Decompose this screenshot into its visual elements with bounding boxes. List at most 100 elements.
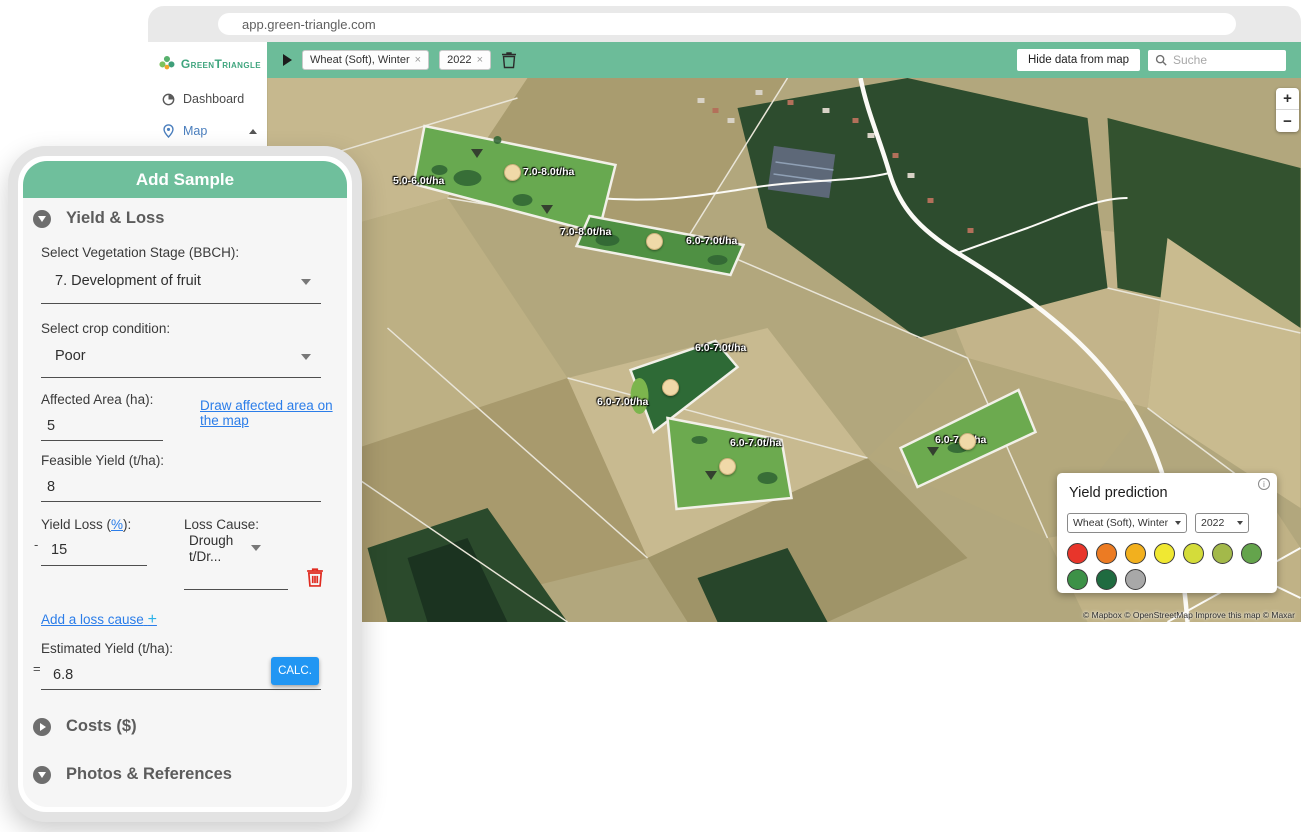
panel-title: Add Sample [23, 161, 347, 198]
sidebar-item-label: Map [183, 124, 207, 138]
sample-marker-triangle[interactable] [705, 471, 717, 480]
loss-input[interactable]: 15 [51, 542, 67, 558]
field-yield-label: 6.0-7.0t/ha [686, 235, 737, 247]
map-zoom-control: + − [1276, 88, 1299, 132]
legend-color-circle[interactable] [1125, 543, 1146, 564]
section-title: Yield & Loss [66, 209, 164, 228]
close-icon[interactable]: × [477, 54, 483, 66]
field-yield-label: 7.0-8.0t/ha [560, 226, 611, 238]
sidebar-item-map[interactable]: Map [148, 115, 267, 147]
add-loss-cause-link[interactable]: Add a loss cause + [41, 611, 157, 629]
yield-prediction-title: Yield prediction [1069, 485, 1168, 501]
area-label: Affected Area (ha): [41, 392, 153, 407]
sidebar-item-label: Dashboard [183, 92, 244, 106]
sample-marker-circle[interactable] [662, 379, 679, 396]
sample-marker-circle[interactable] [719, 458, 736, 475]
sample-marker-circle[interactable] [504, 164, 521, 181]
browser-chrome: app.green-triangle.com [148, 6, 1301, 42]
crop-select[interactable]: Wheat (Soft), Winter [1067, 513, 1187, 533]
filter-chip-crop[interactable]: Wheat (Soft), Winter × [302, 50, 429, 70]
condition-select-value[interactable]: Poor [55, 348, 86, 364]
section-photos[interactable]: Photos & References [33, 765, 232, 784]
calc-button[interactable]: CALC. [271, 657, 319, 685]
search-box[interactable] [1148, 50, 1286, 71]
cause-label: Loss Cause: [184, 517, 259, 532]
sample-marker-circle[interactable] [646, 233, 663, 250]
collapse-icon[interactable] [33, 766, 51, 784]
legend-color-circle[interactable] [1212, 543, 1233, 564]
equals-operator: = [33, 661, 41, 676]
draw-area-link[interactable]: Draw affected area on the map [200, 398, 342, 428]
zoom-out-button[interactable]: − [1276, 110, 1299, 132]
plus-icon: + [148, 611, 157, 628]
chip-label: Wheat (Soft), Winter [310, 54, 410, 66]
field-yield-label: 6.0-7.0t/ha [730, 437, 781, 449]
brand-tree-icon [158, 54, 176, 73]
collapse-icon[interactable] [33, 210, 51, 228]
close-icon[interactable]: × [415, 54, 421, 66]
legend-color-circle[interactable] [1096, 543, 1117, 564]
legend-color-circle[interactable] [1067, 569, 1088, 590]
chevron-down-icon[interactable] [301, 279, 311, 285]
chevron-down-icon[interactable] [251, 545, 261, 551]
legend-color-circle[interactable] [1241, 543, 1262, 564]
yield-prediction-panel: Yield prediction i Wheat (Soft), Winter … [1057, 473, 1277, 593]
zoom-in-button[interactable]: + [1276, 88, 1299, 110]
filter-chip-year[interactable]: 2022 × [439, 50, 491, 70]
chevron-up-icon[interactable] [249, 129, 257, 134]
feasible-input[interactable]: 8 [47, 479, 55, 495]
section-title: Photos & References [66, 765, 232, 784]
estimated-input[interactable]: 6.8 [53, 667, 73, 683]
delete-cause-trash-icon[interactable] [306, 567, 324, 588]
sample-marker-triangle[interactable] [471, 149, 483, 158]
cause-select-value[interactable]: Drought/Dr... [189, 533, 235, 565]
hide-data-button[interactable]: Hide data from map [1017, 49, 1140, 71]
map-attribution[interactable]: © Mapbox © OpenStreetMap Improve this ma… [1083, 610, 1295, 620]
map-pin-icon [162, 124, 175, 138]
brand[interactable]: GreenTriangle [148, 42, 267, 83]
percent-link[interactable]: % [111, 517, 123, 532]
condition-label: Select crop condition: [41, 321, 170, 336]
crop-select-value: Wheat (Soft), Winter [1073, 517, 1168, 529]
chevron-down-icon [1237, 521, 1243, 525]
chip-label: 2022 [447, 54, 471, 66]
bbch-select-value[interactable]: 7. Development of fruit [55, 273, 201, 289]
legend-color-circle[interactable] [1067, 543, 1088, 564]
dashboard-pie-icon [162, 93, 175, 106]
satellite-map[interactable]: 5.0-6.0t/ha 7.0-8.0t/ha 7.0-8.0t/ha 6.0-7.0… [267, 78, 1301, 622]
legend-color-circle[interactable] [1125, 569, 1146, 590]
year-select-value: 2022 [1201, 517, 1224, 529]
field-yield-label: 7.0-8.0t/ha [523, 166, 574, 178]
map-toolbar: Wheat (Soft), Winter × 2022 × Hide data … [267, 42, 1301, 78]
section-title: Costs ($) [66, 717, 137, 736]
sidebar-item-dashboard[interactable]: Dashboard [148, 83, 267, 115]
search-input[interactable] [1173, 53, 1273, 67]
play-icon[interactable] [283, 54, 292, 66]
loss-label: Yield Loss (%): [41, 517, 131, 532]
address-bar[interactable]: app.green-triangle.com [218, 13, 1236, 35]
minus-operator: - [34, 537, 38, 552]
field-yield-label: 5.0-6.0t/ha [393, 175, 444, 187]
feasible-label: Feasible Yield (t/ha): [41, 453, 164, 468]
trash-icon[interactable] [501, 51, 517, 69]
sample-marker-triangle[interactable] [927, 447, 939, 456]
info-icon[interactable]: i [1258, 478, 1270, 490]
sample-marker-circle[interactable] [959, 433, 976, 450]
bbch-label: Select Vegetation Stage (BBCH): [41, 245, 239, 260]
chevron-down-icon[interactable] [301, 354, 311, 360]
legend-color-circle[interactable] [1096, 569, 1117, 590]
field-yield-label: 6.0-7.0t/ha [597, 396, 648, 408]
url-text: app.green-triangle.com [242, 17, 376, 32]
chevron-down-icon [1175, 521, 1181, 525]
year-select[interactable]: 2022 [1195, 513, 1249, 533]
brand-name: GreenTriangle [181, 57, 261, 71]
sample-marker-triangle[interactable] [541, 205, 553, 214]
expand-icon[interactable] [33, 718, 51, 736]
legend-color-circle[interactable] [1183, 543, 1204, 564]
section-yield-loss[interactable]: Yield & Loss [33, 209, 164, 228]
search-icon [1155, 54, 1167, 66]
area-input[interactable]: 5 [47, 418, 55, 434]
section-costs[interactable]: Costs ($) [33, 717, 137, 736]
legend-color-circle[interactable] [1154, 543, 1175, 564]
field-yield-label: 6.0-7.0t/ha [695, 342, 746, 354]
